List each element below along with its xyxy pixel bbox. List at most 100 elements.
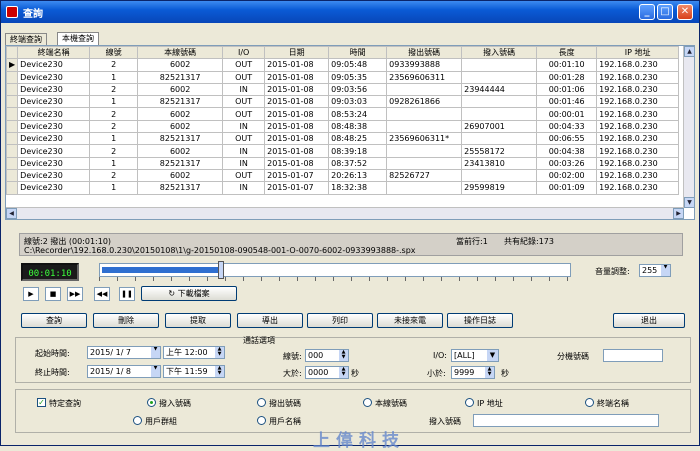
- seconds-label-2: 秒: [501, 369, 509, 378]
- special-query-checkbox[interactable]: ✓: [37, 398, 46, 407]
- table-cell: 09:05:48: [328, 58, 388, 72]
- table-row[interactable]: Device230 1 82521317 OUT 2015-01-08 09:05:35 2…: [6, 70, 680, 84]
- volume-input[interactable]: 255 ▼: [639, 264, 671, 277]
- row-selector[interactable]: [6, 95, 19, 109]
- row-selector[interactable]: [6, 119, 19, 134]
- col-date[interactable]: 日期: [264, 46, 330, 60]
- radio-dial-out[interactable]: [257, 398, 266, 407]
- table-cell: 08:39:18: [328, 144, 388, 158]
- row-selector[interactable]: [6, 168, 19, 183]
- scroll-up-icon[interactable]: ▲: [684, 46, 694, 57]
- tab-local-query[interactable]: 本機查詢: [57, 32, 99, 45]
- table-row[interactable]: Device230 2 6002 IN 2015-01-08 08:39:18 255581…: [6, 144, 680, 158]
- radio-local-number[interactable]: [363, 398, 372, 407]
- table-row[interactable]: Device230 2 6002 IN 2015-01-08 09:03:56 239444…: [6, 82, 680, 97]
- table-cell: 1: [89, 156, 139, 170]
- missed-calls-button[interactable]: 未接來電: [377, 313, 443, 328]
- extract-button[interactable]: 提取: [165, 313, 231, 328]
- table-cell: Device230: [17, 168, 91, 183]
- col-local-number[interactable]: 本線號碼: [137, 46, 224, 60]
- minimize-icon[interactable]: _: [639, 4, 655, 20]
- radio-dial-in[interactable]: [147, 398, 156, 407]
- download-file-button[interactable]: ↻ 下載檔案: [141, 286, 237, 301]
- row-selector[interactable]: [6, 107, 19, 121]
- table-cell: 08:48:38: [328, 119, 388, 134]
- scroll-down-icon[interactable]: ▼: [684, 197, 694, 208]
- playback-progress[interactable]: [99, 263, 571, 277]
- table-cell: Device230: [17, 70, 91, 84]
- col-dial-in[interactable]: 撥入號碼: [461, 46, 538, 60]
- table-cell: 2015-01-08: [264, 70, 330, 84]
- table-cell: Device230: [17, 107, 91, 121]
- table-row[interactable]: Device230 1 82521317 OUT 2015-01-08 08:48:25 2…: [6, 132, 680, 146]
- line-number-input[interactable]: 000 ▲ ▼: [305, 349, 349, 362]
- table-cell: 2: [89, 82, 139, 97]
- fast-forward-icon[interactable]: ▶▶: [67, 287, 83, 301]
- pause-icon[interactable]: ❚❚: [119, 287, 135, 301]
- row-selector[interactable]: [6, 82, 19, 97]
- start-time-picker[interactable]: 上午 12:00 ▲ ▼: [163, 346, 225, 359]
- table-row[interactable]: Device230 2 6002 OUT 2015-01-08 08:53:24 00:00…: [6, 107, 680, 121]
- radio-user-name[interactable]: [257, 416, 266, 425]
- row-selector[interactable]: [6, 156, 19, 170]
- radio-user-group[interactable]: [133, 416, 142, 425]
- radio-ip-address[interactable]: [465, 398, 474, 407]
- table-row[interactable]: Device230 1 82521317 IN 2015-01-08 08:37:52 23…: [6, 156, 680, 170]
- operation-log-button[interactable]: 操作日誌: [447, 313, 513, 328]
- end-time-picker[interactable]: 下午 11:59 ▲ ▼: [163, 365, 225, 378]
- print-button[interactable]: 列印: [307, 313, 373, 328]
- rewind-icon[interactable]: ◀◀: [94, 287, 110, 301]
- col-terminal[interactable]: 終端名稱: [17, 46, 91, 60]
- query-button[interactable]: 查詢: [21, 313, 87, 328]
- row-selector[interactable]: ▶: [6, 58, 19, 72]
- table-cell: 2015-01-07: [264, 168, 330, 183]
- col-ip[interactable]: IP 地址: [596, 46, 680, 60]
- vertical-scrollbar[interactable]: ▲ ▼: [683, 46, 694, 208]
- table-cell: 09:03:56: [328, 82, 388, 97]
- stop-icon[interactable]: ■: [45, 287, 61, 301]
- export-button[interactable]: 導出: [237, 313, 303, 328]
- io-select[interactable]: [ALL] ▼: [451, 349, 499, 362]
- dial-in-search-label: 撥入號碼: [429, 417, 461, 426]
- progress-thumb[interactable]: [218, 261, 224, 279]
- table-row[interactable]: Device230 1 82521317 OUT 2015-01-08 09:03:03 0…: [6, 95, 680, 109]
- play-icon[interactable]: ▶: [23, 287, 39, 301]
- exit-button[interactable]: 退出: [613, 313, 685, 328]
- row-selector[interactable]: [6, 181, 19, 195]
- io-dropdown-icon[interactable]: ▼: [487, 350, 498, 361]
- table-row[interactable]: ▶ Device230 2 6002 OUT 2015-01-08 09:05:48 0933…: [6, 58, 680, 72]
- table-row[interactable]: Device230 1 82521317 IN 2015-01-07 18:32:38 29…: [6, 181, 680, 195]
- special-query-label: 特定查詢: [49, 399, 81, 408]
- col-line[interactable]: 線號: [89, 46, 139, 60]
- row-selector[interactable]: [6, 144, 19, 158]
- delete-button[interactable]: 刪除: [93, 313, 159, 328]
- col-time[interactable]: 時間: [328, 46, 388, 60]
- dial-in-search-input[interactable]: [473, 414, 659, 427]
- col-length[interactable]: 長度: [536, 46, 598, 60]
- scroll-left-icon[interactable]: ◀: [6, 208, 17, 219]
- scroll-right-icon[interactable]: ▶: [673, 208, 684, 219]
- table-row[interactable]: Device230 2 6002 IN 2015-01-08 08:48:38 269070…: [6, 119, 680, 134]
- maximize-icon[interactable]: □: [657, 4, 673, 20]
- tab-terminal-query[interactable]: 終端查詢: [5, 33, 47, 45]
- close-icon[interactable]: ✕: [677, 4, 693, 20]
- table-cell: 1: [89, 181, 139, 195]
- table-cell: 08:37:52: [328, 156, 388, 170]
- row-selector[interactable]: [6, 70, 19, 84]
- table-cell: Device230: [17, 132, 91, 146]
- col-dial-out[interactable]: 撥出號碼: [386, 46, 463, 60]
- radio-terminal-name[interactable]: [585, 398, 594, 407]
- end-date-picker[interactable]: 2015/ 1/ 8 ▼: [87, 365, 161, 378]
- col-io[interactable]: I/O: [222, 46, 266, 60]
- horizontal-scrollbar[interactable]: ◀ ▶: [6, 207, 684, 219]
- less-than-input[interactable]: 9999 ▲ ▼: [451, 366, 495, 379]
- volume-dropdown-icon[interactable]: ▼: [661, 265, 670, 276]
- radio-user-group-label: 用戶群組: [145, 417, 177, 426]
- row-selector[interactable]: [6, 132, 19, 146]
- extension-input[interactable]: [603, 349, 663, 362]
- greater-than-input[interactable]: 0000 ▲ ▼: [305, 366, 349, 379]
- start-date-picker[interactable]: 2015/ 1/ 7 ▼: [87, 346, 161, 359]
- table-cell: IN: [222, 82, 266, 97]
- table-cell: 00:04:38: [536, 144, 598, 158]
- table-row[interactable]: Device230 2 6002 OUT 2015-01-07 20:26:13 82526…: [6, 168, 680, 183]
